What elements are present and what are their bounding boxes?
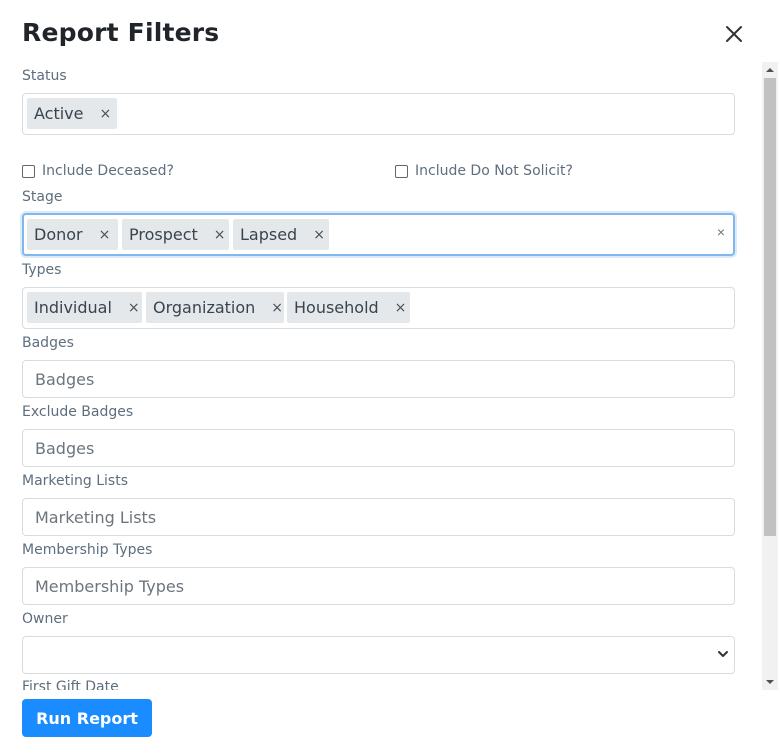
tag-remove-icon[interactable]: × [271,300,283,316]
marketing-lists-input[interactable]: Marketing Lists [22,498,735,536]
run-report-button[interactable]: Run Report [22,699,152,737]
filters-scroll-area: Status Active × Include Deceased? Includ… [0,62,760,690]
types-tag-individual: Individual × [27,292,142,323]
checkbox-box[interactable] [395,164,408,178]
vertical-scrollbar[interactable] [762,62,778,690]
tag-remove-icon[interactable]: × [214,227,226,243]
include-deceased-checkbox[interactable]: Include Deceased? [22,163,174,179]
scroll-down-icon[interactable] [765,677,775,687]
checkbox-box[interactable] [22,164,35,178]
owner-label: Owner [22,611,68,627]
scroll-up-icon[interactable] [765,65,775,75]
modal-title: Report Filters [22,18,220,47]
exclude-badges-label: Exclude Badges [22,404,134,420]
tag-remove-icon[interactable]: × [100,106,112,122]
scrollbar-thumb[interactable] [764,78,776,536]
stage-tag-prospect: Prospect × [122,219,229,250]
chevron-down-icon [718,651,728,657]
tag-remove-icon[interactable]: × [313,227,325,243]
stage-tag-donor: Donor × [27,219,118,250]
badges-input[interactable]: Badges [22,360,735,398]
types-tag-household: Household × [287,292,410,323]
stage-tag-lapsed: Lapsed × [233,219,329,250]
include-do-not-solicit-checkbox[interactable]: Include Do Not Solicit? [395,163,573,179]
status-multiselect[interactable]: Active × [22,93,735,135]
membership-types-input[interactable]: Membership Types [22,567,735,605]
tag-remove-icon[interactable]: × [128,300,140,316]
tag-remove-icon[interactable]: × [99,227,111,243]
types-tag-organization: Organization × [146,292,284,323]
marketing-lists-label: Marketing Lists [22,473,128,489]
types-multiselect[interactable]: Individual × Organization × Household × [22,287,735,329]
stage-label: Stage [22,189,63,205]
first-gift-date-label: First Gift Date [22,679,119,690]
types-label: Types [22,262,62,278]
status-tag-active: Active × [27,98,117,129]
membership-types-label: Membership Types [22,542,153,558]
badges-label: Badges [22,335,74,351]
close-icon[interactable] [722,22,746,46]
exclude-badges-input[interactable]: Badges [22,429,735,467]
status-label: Status [22,68,67,84]
stage-multiselect[interactable]: Donor × Prospect × Lapsed × × [22,213,735,256]
tag-remove-icon[interactable]: × [395,300,407,316]
clear-all-icon[interactable]: × [717,224,725,240]
owner-select[interactable] [22,636,735,674]
